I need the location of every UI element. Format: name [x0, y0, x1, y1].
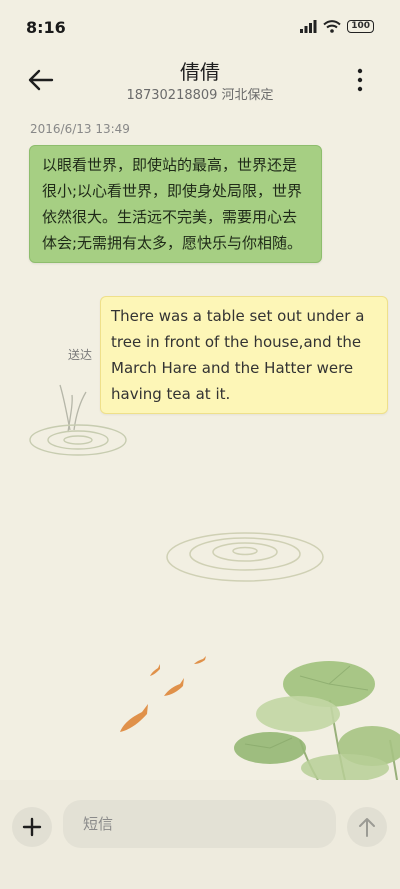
delivery-status: 送达 — [68, 348, 93, 362]
status-time: 8:16 — [26, 18, 66, 37]
wifi-icon — [323, 20, 341, 33]
incoming-message-bubble[interactable]: 以眼看世界，即使站的最高，世界还是很小;以心看世界，即使身处局限，世界依然很大。… — [29, 145, 322, 263]
send-button[interactable] — [347, 807, 387, 847]
contact-name: 倩倩 — [180, 60, 220, 84]
send-arrow-icon — [359, 818, 375, 837]
message-input[interactable] — [63, 800, 336, 848]
battery-icon: 100 — [347, 20, 374, 33]
message-timestamp: 2016/6/13 13:49 — [30, 122, 130, 136]
conversation-header: 倩倩 18730218809 河北保定 — [0, 56, 400, 112]
status-bar: 8:16 100 — [0, 0, 400, 56]
more-vertical-icon[interactable] — [350, 67, 370, 93]
composer-bar — [0, 780, 400, 889]
plus-icon — [22, 817, 42, 837]
status-icons: 100 — [300, 20, 374, 33]
contact-phone-location: 18730218809 河北保定 — [126, 88, 274, 103]
signal-icon — [300, 20, 317, 33]
attach-button[interactable] — [12, 807, 52, 847]
outgoing-message-bubble[interactable]: There was a table set out under a tree i… — [100, 296, 388, 414]
